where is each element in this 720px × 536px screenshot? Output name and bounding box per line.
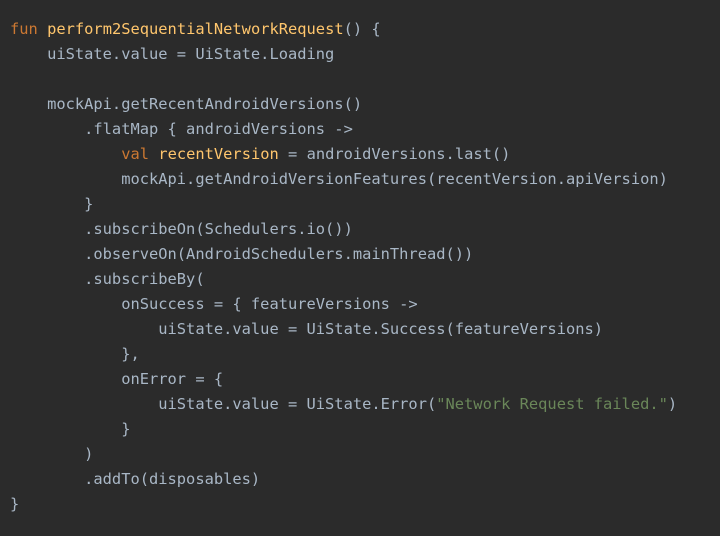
code-line: onError = { [10,367,720,392]
code-token-plain: () { [343,20,381,38]
code-line: uiState.value = UiState.Loading [10,42,720,67]
code-token-property: recentVersion [158,145,279,163]
code-line: val recentVersion = androidVersions.last… [10,142,720,167]
code-line: fun perform2SequentialNetworkRequest() { [10,17,720,42]
code-token-plain: .flatMap { androidVersions -> [10,120,353,138]
code-line: .subscribeBy( [10,267,720,292]
code-line: uiState.value = UiState.Error("Network R… [10,392,720,417]
code-token-plain: = androidVersions.last() [278,145,511,163]
code-token-string: "Network Request failed." [436,395,668,413]
code-token-plain: }, [10,345,140,363]
code-token-plain: uiState.value = UiState.Loading [10,45,335,63]
code-line: uiState.value = UiState.Success(featureV… [10,317,720,342]
code-line: } [10,492,720,517]
code-line: } [10,192,720,217]
code-line: mockApi.getRecentAndroidVersions() [10,92,720,117]
code-token-plain: ) [667,395,678,413]
code-token-plain: mockApi.getAndroidVersionFeatures(recent… [10,170,668,188]
code-token-plain: .subscribeBy( [10,270,205,288]
code-token-function: perform2SequentialNetworkRequest [47,20,344,38]
code-line: onSuccess = { featureVersions -> [10,292,720,317]
code-line: } [10,417,720,442]
code-token-plain: uiState.value = UiState.Success(featureV… [10,320,604,338]
code-token-plain: ) [10,445,94,463]
code-lines: fun perform2SequentialNetworkRequest() {… [10,17,720,517]
code-token-plain: onSuccess = { featureVersions -> [10,295,418,313]
code-line: ) [10,442,720,467]
code-token-plain: uiState.value = UiState.Error( [10,395,437,413]
code-token-plain: .addTo(disposables) [10,470,261,488]
code-token-plain: .subscribeOn(Schedulers.io()) [10,220,353,238]
code-line: .flatMap { androidVersions -> [10,117,720,142]
code-token-keyword: fun [10,20,38,38]
code-token-plain: } [10,495,20,513]
code-line: mockApi.getAndroidVersionFeatures(recent… [10,167,720,192]
code-line: ​ [10,67,720,92]
code-line: .addTo(disposables) [10,467,720,492]
code-token-plain: mockApi.getRecentAndroidVersions() [10,95,363,113]
code-line: }, [10,342,720,367]
code-token-plain: } [10,420,131,438]
code-token-keyword: val [121,145,150,163]
code-line: .subscribeOn(Schedulers.io()) [10,217,720,242]
code-editor[interactable]: fun perform2SequentialNetworkRequest() {… [0,0,720,536]
code-line: .observeOn(AndroidSchedulers.mainThread(… [10,242,720,267]
code-token-plain: } [10,195,94,213]
code-token-plain: .observeOn(AndroidSchedulers.mainThread(… [10,245,474,263]
code-token-plain: onError = { [10,370,224,388]
